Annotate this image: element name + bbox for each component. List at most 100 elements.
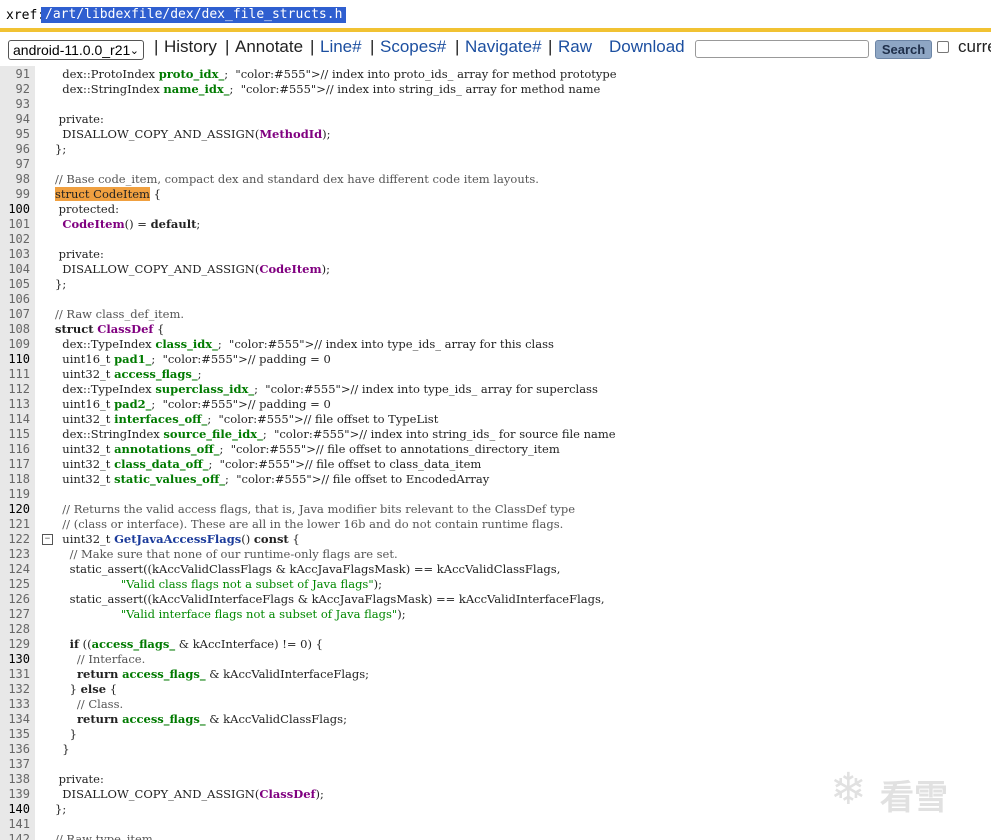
nav-download-link[interactable]: Download xyxy=(609,37,685,57)
line-number[interactable]: 91 xyxy=(0,67,30,82)
current-checkbox-label: current xyxy=(958,37,991,56)
code-line: 135 } xyxy=(0,727,991,742)
line-number[interactable]: 105 xyxy=(0,277,30,292)
line-number[interactable]: 112 xyxy=(0,382,30,397)
code-text: uint32_t interfaces_off_; "color:#555">/… xyxy=(55,412,439,426)
line-number[interactable]: 141 xyxy=(0,817,30,832)
line-number[interactable]: 102 xyxy=(0,232,30,247)
line-number[interactable]: 126 xyxy=(0,592,30,607)
chevron-down-icon: ⌄ xyxy=(129,45,139,57)
search-button[interactable]: Search xyxy=(875,40,932,59)
line-number[interactable]: 93 xyxy=(0,97,30,112)
line-number[interactable]: 110 xyxy=(0,352,30,367)
line-number[interactable]: 140 xyxy=(0,802,30,817)
code-text: uint16_t pad1_; "color:#555">// padding … xyxy=(55,352,331,366)
code-text: dex::StringIndex source_file_idx_; "colo… xyxy=(55,427,616,441)
line-number[interactable]: 122 xyxy=(0,532,30,547)
code-line: 141 xyxy=(0,817,991,832)
line-number[interactable]: 136 xyxy=(0,742,30,757)
line-number[interactable]: 94 xyxy=(0,112,30,127)
nav-annotate-link[interactable]: Annotate xyxy=(235,37,303,57)
line-number[interactable]: 119 xyxy=(0,487,30,502)
code-text: if ((access_flags_ & kAccInterface) != 0… xyxy=(69,637,323,651)
search-input[interactable] xyxy=(695,40,869,58)
line-number[interactable]: 138 xyxy=(0,772,30,787)
line-number[interactable]: 107 xyxy=(0,307,30,322)
code-line: 124 static_assert((kAccValidClassFlags &… xyxy=(0,562,991,577)
line-number[interactable]: 114 xyxy=(0,412,30,427)
line-number[interactable]: 120 xyxy=(0,502,30,517)
line-number[interactable]: 132 xyxy=(0,682,30,697)
code-line: 119 xyxy=(0,487,991,502)
branch-select[interactable]: android-11.0.0_r21 ⌄ xyxy=(8,40,144,60)
nav-raw-link[interactable]: Raw xyxy=(558,37,592,57)
line-number[interactable]: 137 xyxy=(0,757,30,772)
line-number[interactable]: 142 xyxy=(0,832,30,840)
line-number[interactable]: 131 xyxy=(0,667,30,682)
code-line: 110 uint16_t pad1_; "color:#555">// padd… xyxy=(0,352,991,367)
code-line: 103 private: xyxy=(0,247,991,262)
line-number[interactable]: 125 xyxy=(0,577,30,592)
line-number[interactable]: 106 xyxy=(0,292,30,307)
line-number[interactable]: 139 xyxy=(0,787,30,802)
current-checkbox[interactable] xyxy=(937,41,949,53)
line-number[interactable]: 133 xyxy=(0,697,30,712)
line-number[interactable]: 113 xyxy=(0,397,30,412)
line-number[interactable]: 115 xyxy=(0,427,30,442)
code-text: DISALLOW_COPY_AND_ASSIGN(MethodId); xyxy=(55,127,331,141)
fold-toggle-icon[interactable]: − xyxy=(42,534,53,545)
file-path-link[interactable]: /art/libdexfile/dex/dex_file_structs.h xyxy=(41,7,347,23)
code-text: uint16_t pad2_; "color:#555">// padding … xyxy=(55,397,331,411)
nav-history-link[interactable]: History xyxy=(164,37,217,57)
line-number[interactable]: 123 xyxy=(0,547,30,562)
code-text: }; xyxy=(55,277,67,291)
line-number[interactable]: 97 xyxy=(0,157,30,172)
code-text: // Interface. xyxy=(55,652,146,666)
line-number[interactable]: 118 xyxy=(0,472,30,487)
line-number[interactable]: 101 xyxy=(0,217,30,232)
code-line: 96}; xyxy=(0,142,991,157)
code-text: uint32_t access_flags_; xyxy=(55,367,202,381)
line-number[interactable]: 117 xyxy=(0,457,30,472)
line-number[interactable]: 130 xyxy=(0,652,30,667)
line-number[interactable]: 103 xyxy=(0,247,30,262)
line-number[interactable]: 134 xyxy=(0,712,30,727)
line-number[interactable]: 99 xyxy=(0,187,30,202)
nav-line-link[interactable]: Line# xyxy=(320,37,362,57)
code-text: private: xyxy=(55,772,104,786)
line-number[interactable]: 100 xyxy=(0,202,30,217)
line-number[interactable]: 96 xyxy=(0,142,30,157)
code-line: 108 struct ClassDef { xyxy=(0,322,991,337)
code-line: 115 dex::StringIndex source_file_idx_; "… xyxy=(0,427,991,442)
nav-separator: | xyxy=(548,37,553,56)
line-number[interactable]: 108 xyxy=(0,322,30,337)
code-text: uint32_t class_data_off_; "color:#555">/… xyxy=(55,457,482,471)
code-text: protected: xyxy=(55,202,119,216)
code-line: 100 protected: xyxy=(0,202,991,217)
code-line: 121 // (class or interface). These are a… xyxy=(0,517,991,532)
code-text: // Class. xyxy=(55,697,124,711)
code-text: DISALLOW_COPY_AND_ASSIGN(ClassDef); xyxy=(55,787,324,801)
source-code-view: 91 dex::ProtoIndex proto_idx_; "color:#5… xyxy=(0,66,991,840)
line-number[interactable]: 135 xyxy=(0,727,30,742)
line-number[interactable]: 109 xyxy=(0,337,30,352)
code-text: dex::TypeIndex superclass_idx_; "color:#… xyxy=(55,382,598,396)
nav-navigate-link[interactable]: Navigate# xyxy=(465,37,542,57)
code-text: uint32_t static_values_off_; "color:#555… xyxy=(55,472,490,486)
line-number[interactable]: 98 xyxy=(0,172,30,187)
line-number[interactable]: 128 xyxy=(0,622,30,637)
line-number[interactable]: 104 xyxy=(0,262,30,277)
code-text: static_assert((kAccValidInterfaceFlags &… xyxy=(55,592,605,606)
nav-scopes-link[interactable]: Scopes# xyxy=(380,37,446,57)
line-number[interactable]: 129 xyxy=(0,637,30,652)
code-line: 94 private: xyxy=(0,112,991,127)
line-number[interactable]: 92 xyxy=(0,82,30,97)
code-line: 123 // Make sure that none of our runtim… xyxy=(0,547,991,562)
line-number[interactable]: 116 xyxy=(0,442,30,457)
line-number[interactable]: 95 xyxy=(0,127,30,142)
line-number[interactable]: 111 xyxy=(0,367,30,382)
line-number[interactable]: 127 xyxy=(0,607,30,622)
line-number[interactable]: 121 xyxy=(0,517,30,532)
code-line: 104 DISALLOW_COPY_AND_ASSIGN(CodeItem); xyxy=(0,262,991,277)
line-number[interactable]: 124 xyxy=(0,562,30,577)
